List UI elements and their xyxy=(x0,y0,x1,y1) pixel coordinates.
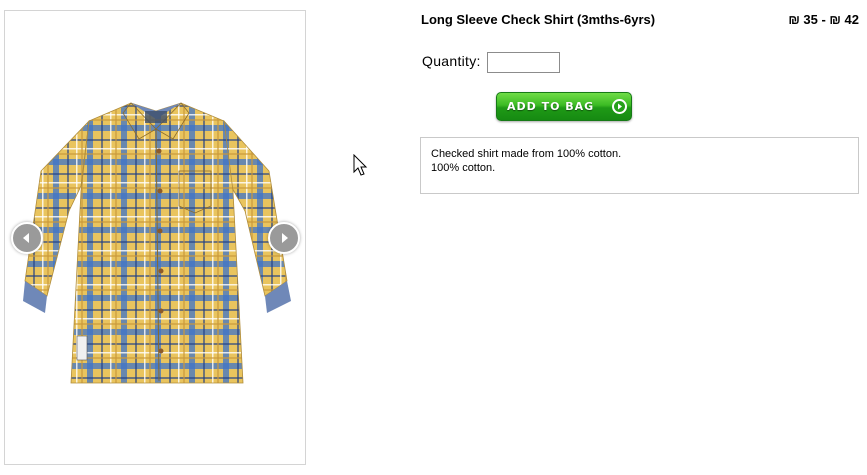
chevron-right-icon xyxy=(282,233,288,243)
mouse-cursor-icon xyxy=(353,154,368,176)
product-description: Checked shirt made from 100% cotton. 100… xyxy=(420,137,859,194)
add-to-bag-button[interactable]: ADD TO BAG xyxy=(496,92,632,121)
product-image-gallery xyxy=(4,10,306,465)
quantity-label: Quantity: xyxy=(422,53,481,69)
previous-image-button[interactable] xyxy=(11,222,43,254)
product-title: Long Sleeve Check Shirt (3mths-6yrs) xyxy=(421,12,656,27)
quantity-input[interactable] xyxy=(487,52,560,73)
next-image-button[interactable] xyxy=(268,222,300,254)
plaid-shirt-image xyxy=(23,102,291,384)
description-line: Checked shirt made from 100% cotton. xyxy=(431,148,622,160)
arrow-circle-right-icon xyxy=(612,99,627,114)
chevron-left-icon xyxy=(23,233,29,243)
price-range: ₪ 35 - ₪ 42 xyxy=(788,12,859,27)
add-to-bag-label: ADD TO BAG xyxy=(507,100,595,113)
description-line: 100% cotton. xyxy=(431,162,496,174)
